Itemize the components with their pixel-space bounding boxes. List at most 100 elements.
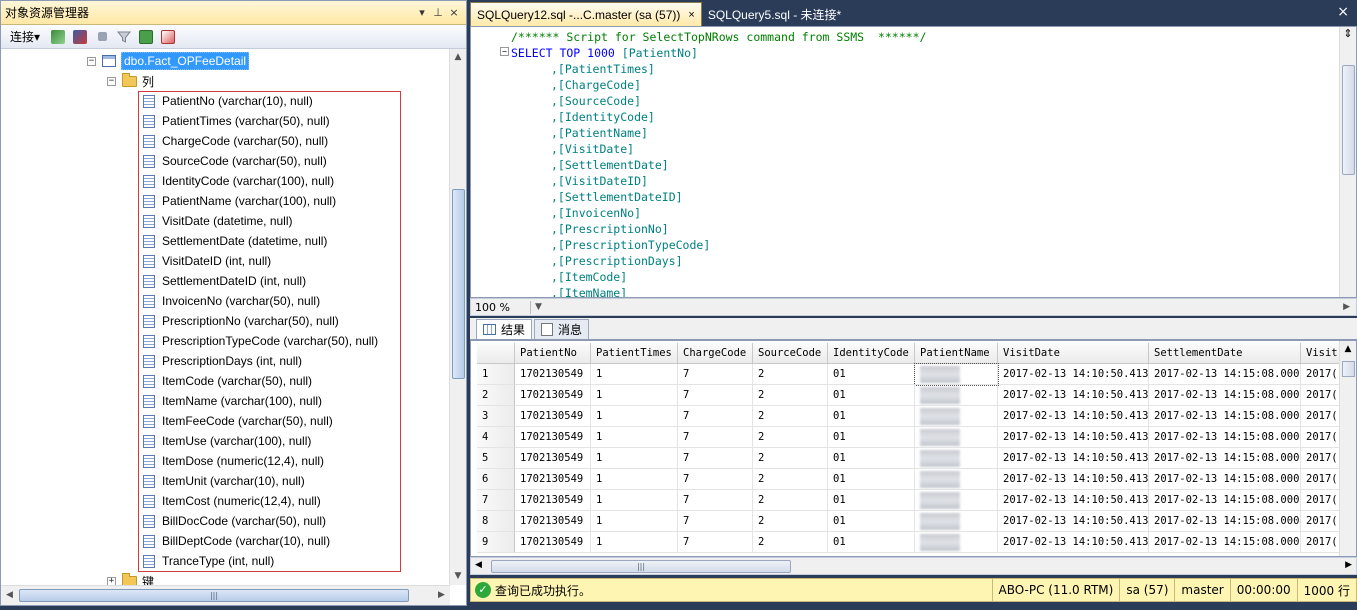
grid-cell[interactable]: 2 <box>753 448 828 469</box>
grid-column-header[interactable]: PatientNo <box>515 343 591 364</box>
object-explorer-horizontal-scrollbar[interactable]: ◀ ||| ▶ <box>1 585 450 605</box>
grid-cell[interactable]: 01 <box>828 364 915 385</box>
grid-cell[interactable] <box>915 406 998 427</box>
tree-node-column[interactable]: ItemUnit (varchar(10), null) <box>143 471 305 491</box>
grid-row-number[interactable]: 4 <box>477 427 515 448</box>
zoom-select[interactable]: 100 % <box>471 300 531 314</box>
grid-cell[interactable]: 2 <box>753 490 828 511</box>
grid-cell[interactable]: 2017-02-13 14:10:50.413 <box>998 427 1149 448</box>
tab-sqlquery12[interactable]: SQLQuery12.sql -...C.master (sa (57)) × <box>470 2 702 26</box>
scroll-left-arrow-icon[interactable]: ◀ <box>1 586 18 605</box>
tree-node-column[interactable]: ItemFeeCode (varchar(50), null) <box>143 411 333 431</box>
grid-cell[interactable]: 2017-02-13 14:15:08.000 <box>1149 385 1301 406</box>
grid-cell[interactable]: 7 <box>678 511 753 532</box>
grid-column-header[interactable]: VisitDate <box>998 343 1149 364</box>
tree-node-column[interactable]: ItemDose (numeric(12,4), null) <box>143 451 324 471</box>
grid-cell[interactable]: 7 <box>678 427 753 448</box>
editor-vertical-scrollbar[interactable]: ⇕ <box>1339 27 1356 297</box>
scroll-thumb[interactable] <box>1342 65 1355 175</box>
grid-cell[interactable]: 2017-02-13 14:15:08.000 <box>1149 406 1301 427</box>
grid-cell[interactable]: 7 <box>678 364 753 385</box>
grid-column-header[interactable]: SourceCode <box>753 343 828 364</box>
table-node-label[interactable]: dbo.Fact_OPFeeDetail <box>121 52 250 70</box>
tree-node-keys-folder[interactable]: + 键 <box>107 571 154 585</box>
grid-cell[interactable]: 2017-02-13 14:15:08.000 <box>1149 448 1301 469</box>
grid-cell[interactable]: 2017-02-13 14:10:50.413 <box>998 406 1149 427</box>
grid-cell[interactable]: 01 <box>828 490 915 511</box>
tree-node-column[interactable]: SettlementDateID (int, null) <box>143 271 306 291</box>
grid-row-number[interactable]: 7 <box>477 490 515 511</box>
grid-cell[interactable] <box>915 448 998 469</box>
grid-cell[interactable]: 1702130549 <box>515 511 591 532</box>
close-window-icon[interactable]: × <box>1337 4 1349 20</box>
grid-column-header[interactable]: PatientTimes <box>591 343 678 364</box>
grid-cell[interactable]: 01 <box>828 532 915 553</box>
tree-node-column[interactable]: ItemCode (varchar(50), null) <box>143 371 312 391</box>
grid-row-number[interactable]: 2 <box>477 385 515 406</box>
grid-cell[interactable]: 1702130549 <box>515 448 591 469</box>
grid-cell[interactable]: 2 <box>753 385 828 406</box>
table-row[interactable]: 5 1702130549 1 7 2 01 2017-02-13 14:10:50.413 2… <box>477 448 1351 469</box>
grid-cell[interactable]: 2017-02-13 14:10:50.413 <box>998 385 1149 406</box>
expand-icon[interactable]: + <box>107 576 116 585</box>
scroll-thumb[interactable]: ||| <box>19 589 409 602</box>
table-row[interactable]: 8 1702130549 1 7 2 01 2017-02-13 14:10:50.413 2… <box>477 511 1351 532</box>
tree-node-column[interactable]: PatientNo (varchar(10), null) <box>143 91 313 111</box>
scroll-right-arrow-icon[interactable]: ▶ <box>433 586 450 605</box>
scroll-down-arrow-icon[interactable]: ▼ <box>450 568 466 585</box>
tab-results[interactable]: 结果 <box>476 319 533 339</box>
grid-row-number[interactable]: 1 <box>477 364 515 385</box>
grid-column-header[interactable]: PatientName <box>915 343 998 364</box>
grid-cell[interactable]: 2 <box>753 364 828 385</box>
grid-cell[interactable]: 2017-02-13 14:15:08.000 <box>1149 511 1301 532</box>
grid-cell[interactable]: 2017-02-13 14:10:50.413 <box>998 448 1149 469</box>
table-row[interactable]: 2 1702130549 1 7 2 01 2017-02-13 14:10:50.413 2… <box>477 385 1351 406</box>
grid-cell[interactable]: 1 <box>591 469 678 490</box>
split-icon[interactable]: ⇕ <box>1340 27 1356 44</box>
grid-cell[interactable]: 7 <box>678 532 753 553</box>
grid-vertical-scrollbar[interactable]: ▲ <box>1339 341 1356 556</box>
grid-cell[interactable]: 7 <box>678 448 753 469</box>
stop-icon[interactable] <box>93 28 111 46</box>
sql-editor[interactable]: /****** Script for SelectTopNRows comman… <box>470 26 1357 298</box>
tree-node-column[interactable]: SettlementDate (datetime, null) <box>143 231 327 251</box>
scroll-right-arrow-icon[interactable]: ▶ <box>1343 302 1350 312</box>
grid-cell[interactable]: 1702130549 <box>515 427 591 448</box>
scroll-left-arrow-icon[interactable]: ◀ <box>475 560 482 570</box>
grid-column-header[interactable]: IdentityCode <box>828 343 915 364</box>
grid-cell[interactable]: 2017-02-13 14:15:08.000 <box>1149 469 1301 490</box>
grid-cell[interactable]: 2017-02-13 14:10:50.413 <box>998 490 1149 511</box>
results-grid[interactable]: PatientNo PatientTimes ChargeCode SourceCod… <box>470 340 1357 557</box>
pin-icon[interactable]: ⊥ <box>430 6 446 19</box>
tree-node-column[interactable]: TranceType (int, null) <box>143 551 274 571</box>
summary-icon[interactable] <box>159 28 177 46</box>
grid-cell[interactable] <box>914 363 999 386</box>
table-row[interactable]: 3 1702130549 1 7 2 01 2017-02-13 14:10:50.413 2… <box>477 406 1351 427</box>
grid-cell[interactable]: 2017-02-13 14:10:50.413 <box>998 469 1149 490</box>
tree-node-columns-folder[interactable]: − 列 <box>107 71 154 91</box>
grid-horizontal-scrollbar[interactable]: ◀ ||| ▶ <box>470 557 1357 575</box>
grid-cell[interactable] <box>915 511 998 532</box>
grid-cell[interactable]: 2 <box>753 469 828 490</box>
grid-row-number[interactable]: 8 <box>477 511 515 532</box>
grid-cell[interactable]: 7 <box>678 385 753 406</box>
table-row[interactable]: 7 1702130549 1 7 2 01 2017-02-13 14:10:50.413 2… <box>477 490 1351 511</box>
tree-node-column[interactable]: PrescriptionTypeCode (varchar(50), null) <box>143 331 378 351</box>
tree-node-column[interactable]: ChargeCode (varchar(50), null) <box>143 131 328 151</box>
scroll-thumb[interactable] <box>1342 361 1355 377</box>
grid-cell[interactable]: 01 <box>828 427 915 448</box>
table-row[interactable]: 9 1702130549 1 7 2 01 2017-02-13 14:10:50.413 2… <box>477 532 1351 553</box>
tree-node-column[interactable]: BillDocCode (varchar(50), null) <box>143 511 326 531</box>
close-icon[interactable]: × <box>446 6 462 19</box>
grid-row-number[interactable]: 5 <box>477 448 515 469</box>
connect-server-icon[interactable] <box>49 28 67 46</box>
grid-cell[interactable]: 2 <box>753 511 828 532</box>
grid-cell[interactable]: 2017-02-13 14:10:50.413 <box>998 532 1149 553</box>
tab-sqlquery5[interactable]: SQLQuery5.sql - 未连接* <box>702 2 847 26</box>
tree-node-table[interactable]: − dbo.Fact_OPFeeDetail <box>87 51 250 71</box>
grid-cell[interactable]: 2 <box>753 406 828 427</box>
grid-cell[interactable]: 1702130549 <box>515 469 591 490</box>
grid-cell[interactable]: 2 <box>753 427 828 448</box>
tree-node-column[interactable]: InvoicenNo (varchar(50), null) <box>143 291 320 311</box>
grid-cell[interactable]: 2017-02-13 14:15:08.000 <box>1149 364 1301 385</box>
